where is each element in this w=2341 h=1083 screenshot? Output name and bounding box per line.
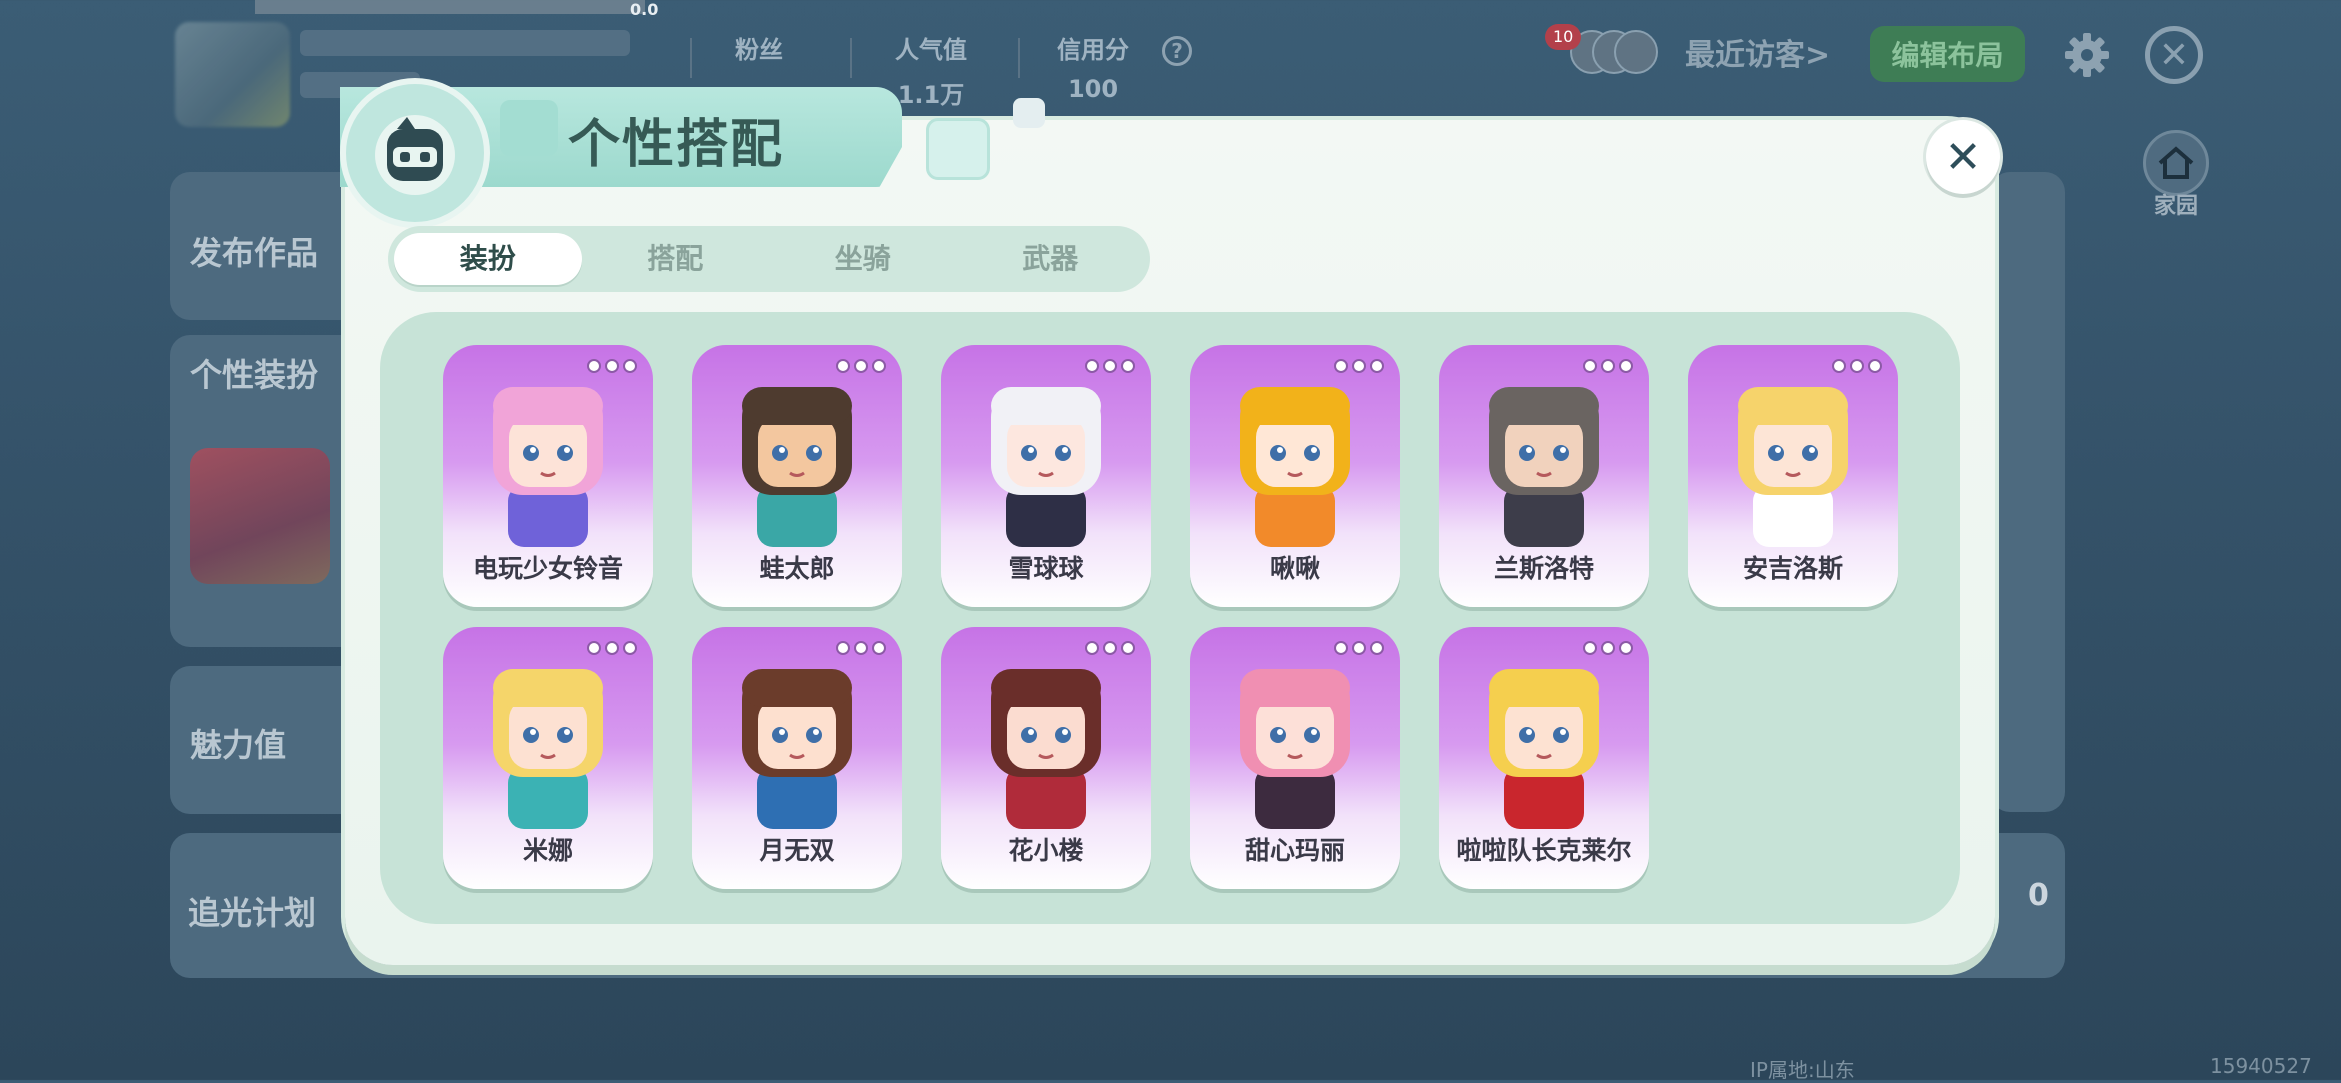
skin-card[interactable]: 啦啦队长克莱尔	[1439, 627, 1649, 889]
character-portrait	[742, 669, 852, 829]
help-icon[interactable]: ?	[1162, 36, 1192, 66]
character-portrait	[742, 387, 852, 547]
stat-fans[interactable]: 粉丝	[735, 30, 783, 75]
skin-name: 蛙太郎	[759, 554, 835, 583]
divider	[690, 38, 692, 78]
skin-card[interactable]: 月无双	[692, 627, 902, 889]
character-portrait	[1240, 387, 1350, 547]
character-portrait	[991, 387, 1101, 547]
outfit-thumbnail	[190, 448, 330, 584]
character-portrait	[493, 387, 603, 547]
character-portrait	[991, 669, 1101, 829]
skin-name: 啾啾	[1269, 554, 1320, 583]
recent-visitors-link[interactable]: 最近访客>	[1685, 30, 1830, 74]
close-page-button[interactable]: ✕	[2145, 26, 2203, 84]
stat-credit[interactable]: 信用分 100	[1057, 30, 1129, 103]
title-decoration	[1013, 98, 1045, 128]
divider	[850, 38, 852, 78]
skin-name: 米娜	[522, 836, 573, 865]
skin-name: 啦啦队长克莱尔	[1456, 836, 1632, 865]
skin-card[interactable]: 蛙太郎	[692, 345, 902, 607]
gear-icon[interactable]	[2062, 30, 2112, 80]
skin-card[interactable]: 花小楼	[941, 627, 1151, 889]
title-decoration	[500, 100, 558, 156]
skin-name: 月无双	[759, 836, 835, 865]
close-modal-button[interactable]: ✕	[1926, 120, 2000, 194]
bg-label-outfit: 个性装扮	[190, 356, 319, 394]
stat-popularity[interactable]: 人气值 1.1万	[895, 30, 967, 110]
bg-label-chase-light: 追光计划	[188, 894, 317, 932]
bg-card-right	[1990, 172, 2065, 812]
visitor-avatars[interactable]	[1570, 30, 1658, 74]
bg-label-publish: 发布作品	[190, 234, 319, 272]
bg-label-charm: 魅力值	[190, 726, 287, 764]
skin-name: 甜心玛丽	[1244, 836, 1345, 865]
house-icon	[2143, 130, 2209, 196]
visitor-count-badge: 10	[1545, 24, 1582, 50]
version-text: 0.0	[630, 0, 659, 19]
ip-location: IP属地:山东	[1750, 1058, 1855, 1082]
blurred-header	[255, 0, 645, 14]
tab-costume[interactable]: 装扮	[394, 233, 582, 285]
edit-layout-button[interactable]: 编辑布局	[1870, 26, 2025, 82]
chase-light-value: 0	[2028, 878, 2049, 913]
user-avatar[interactable]	[175, 22, 290, 127]
user-id-footer: 15940527	[2210, 1054, 2312, 1078]
skin-card[interactable]: 啾啾	[1190, 345, 1400, 607]
skin-name: 兰斯洛特	[1493, 554, 1594, 583]
character-portrait	[1489, 387, 1599, 547]
skin-card[interactable]: 雪球球	[941, 345, 1151, 607]
home-button[interactable]: 家园	[2140, 130, 2212, 220]
skin-name: 电玩少女铃音	[472, 554, 623, 583]
character-portrait	[1489, 669, 1599, 829]
tab-bar: 装扮 搭配 坐骑 武器	[388, 226, 1150, 292]
skin-name: 雪球球	[1008, 554, 1084, 583]
skin-card[interactable]: 安吉洛斯	[1688, 345, 1898, 607]
skin-name: 安吉洛斯	[1742, 554, 1843, 583]
tab-combination[interactable]: 搭配	[582, 233, 770, 285]
tab-weapon[interactable]: 武器	[957, 233, 1145, 285]
skin-card[interactable]: 甜心玛丽	[1190, 627, 1400, 889]
skin-card[interactable]: 电玩少女铃音	[443, 345, 653, 607]
title-decoration	[926, 118, 990, 180]
modal-title: 个性搭配	[568, 115, 785, 175]
divider	[1018, 38, 1020, 78]
skin-name: 花小楼	[1008, 836, 1084, 865]
skin-card[interactable]: 兰斯洛特	[1439, 345, 1649, 607]
tab-mount[interactable]: 坐骑	[769, 233, 957, 285]
character-portrait	[1738, 387, 1848, 547]
skin-card[interactable]: 米娜	[443, 627, 653, 889]
character-portrait	[1240, 669, 1350, 829]
character-face-icon	[340, 78, 490, 228]
blurred-username	[300, 30, 630, 56]
character-portrait	[493, 669, 603, 829]
